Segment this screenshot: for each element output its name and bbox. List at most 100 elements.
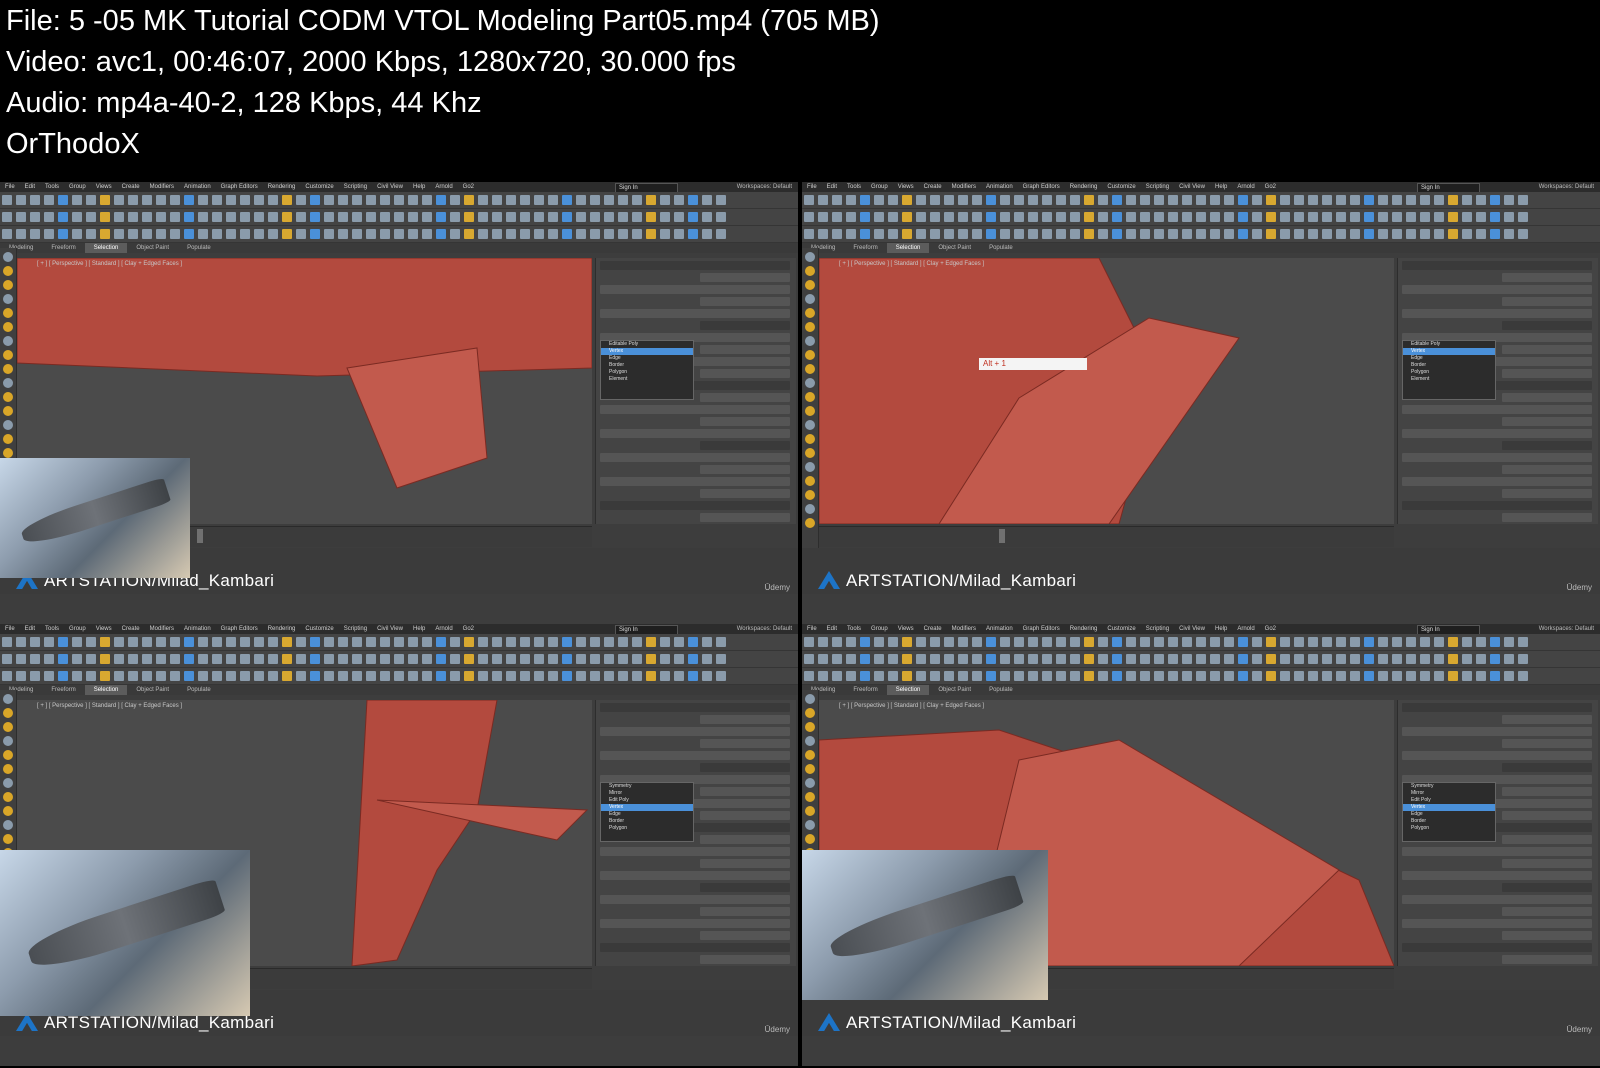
tool-icon[interactable] (618, 654, 628, 664)
tool-icon[interactable] (1126, 654, 1136, 664)
tool-icon[interactable] (338, 654, 348, 664)
tool-icon[interactable] (1322, 637, 1332, 647)
tool-icon[interactable] (100, 212, 110, 222)
tool-icon[interactable] (832, 195, 842, 205)
tool-icon[interactable] (590, 637, 600, 647)
tool-icon[interactable] (1392, 671, 1402, 681)
panel-control[interactable] (1402, 405, 1592, 414)
tool-icon[interactable] (296, 229, 306, 239)
panel-control[interactable] (700, 811, 790, 820)
tool-icon[interactable] (72, 654, 82, 664)
tool-icon[interactable] (408, 229, 418, 239)
tool-icon[interactable] (16, 637, 26, 647)
scene-tool-icon[interactable] (805, 420, 815, 430)
tool-icon[interactable] (986, 671, 996, 681)
tool-icon[interactable] (1294, 195, 1304, 205)
scene-tool-icon[interactable] (805, 834, 815, 844)
tool-icon[interactable] (352, 195, 362, 205)
panel-control[interactable] (1402, 429, 1592, 438)
panel-control[interactable] (1402, 703, 1592, 712)
tool-icon[interactable] (170, 671, 180, 681)
tool-icon[interactable] (254, 195, 264, 205)
tool-icon[interactable] (1056, 654, 1066, 664)
menu-item[interactable]: File (0, 182, 20, 192)
tool-icon[interactable] (534, 671, 544, 681)
tool-icon[interactable] (506, 671, 516, 681)
tool-icon[interactable] (1322, 671, 1332, 681)
tool-icon[interactable] (86, 212, 96, 222)
panel-control[interactable] (1502, 883, 1592, 892)
stack-item[interactable]: Border (1403, 362, 1495, 369)
tool-icon[interactable] (1252, 195, 1262, 205)
tool-icon[interactable] (1070, 212, 1080, 222)
ribbon-tab[interactable]: Selection (886, 243, 930, 253)
scene-tool-icon[interactable] (805, 750, 815, 760)
tool-icon[interactable] (1168, 671, 1178, 681)
tool-icon[interactable] (1294, 229, 1304, 239)
tool-icon[interactable] (1420, 229, 1430, 239)
stack-item[interactable]: Edge (601, 811, 693, 818)
tool-icon[interactable] (184, 671, 194, 681)
tool-icon[interactable] (44, 229, 54, 239)
tool-icon[interactable] (100, 671, 110, 681)
tool-icon[interactable] (254, 671, 264, 681)
scene-tool-icon[interactable] (3, 322, 13, 332)
tool-icon[interactable] (1238, 637, 1248, 647)
tool-icon[interactable] (548, 654, 558, 664)
tool-icon[interactable] (1112, 637, 1122, 647)
tool-icon[interactable] (1042, 637, 1052, 647)
tool-icon[interactable] (1252, 671, 1262, 681)
tool-icon[interactable] (1238, 671, 1248, 681)
tool-icon[interactable] (44, 654, 54, 664)
panel-control[interactable] (1402, 847, 1592, 856)
tool-icon[interactable] (72, 212, 82, 222)
tool-icon[interactable] (1350, 212, 1360, 222)
menu-item[interactable]: Help (1210, 182, 1232, 192)
tool-icon[interactable] (562, 671, 572, 681)
tool-icon[interactable] (1434, 637, 1444, 647)
scene-tool-icon[interactable] (805, 350, 815, 360)
tool-icon[interactable] (874, 212, 884, 222)
tool-icon[interactable] (1420, 195, 1430, 205)
tool-icon[interactable] (646, 671, 656, 681)
panel-control[interactable] (700, 715, 790, 724)
tool-icon[interactable] (1518, 637, 1528, 647)
menu-item[interactable]: Views (91, 624, 117, 634)
tool-icon[interactable] (804, 212, 814, 222)
tool-icon[interactable] (860, 212, 870, 222)
tool-icon[interactable] (506, 637, 516, 647)
tool-icon[interactable] (352, 654, 362, 664)
tool-icon[interactable] (44, 671, 54, 681)
menu-item[interactable]: Arnold (1232, 182, 1259, 192)
tool-icon[interactable] (1056, 195, 1066, 205)
stack-item[interactable]: Polygon (601, 825, 693, 832)
panel-control[interactable] (1402, 501, 1592, 510)
tool-icon[interactable] (156, 637, 166, 647)
panel-control[interactable] (700, 883, 790, 892)
tool-icon[interactable] (1224, 637, 1234, 647)
tool-icon[interactable] (688, 654, 698, 664)
tool-icon[interactable] (1098, 654, 1108, 664)
scene-tool-icon[interactable] (3, 406, 13, 416)
tool-icon[interactable] (114, 229, 124, 239)
menu-item[interactable]: Edit (822, 182, 842, 192)
tool-icon[interactable] (618, 229, 628, 239)
panel-control[interactable] (1402, 261, 1592, 270)
tool-icon[interactable] (394, 229, 404, 239)
stack-item[interactable]: Editable Poly (1403, 341, 1495, 348)
panel-control[interactable] (1502, 715, 1592, 724)
tool-icon[interactable] (874, 654, 884, 664)
panel-control[interactable] (600, 727, 790, 736)
stack-item[interactable]: Edit Poly (1403, 797, 1495, 804)
tool-icon[interactable] (804, 195, 814, 205)
stack-item[interactable]: Border (601, 818, 693, 825)
tool-icon[interactable] (352, 671, 362, 681)
tool-icon[interactable] (548, 212, 558, 222)
panel-control[interactable] (1502, 955, 1592, 964)
tool-icon[interactable] (562, 637, 572, 647)
tool-icon[interactable] (860, 671, 870, 681)
tool-icon[interactable] (1476, 637, 1486, 647)
tool-icon[interactable] (562, 654, 572, 664)
tool-icon[interactable] (436, 654, 446, 664)
tool-icon[interactable] (646, 654, 656, 664)
